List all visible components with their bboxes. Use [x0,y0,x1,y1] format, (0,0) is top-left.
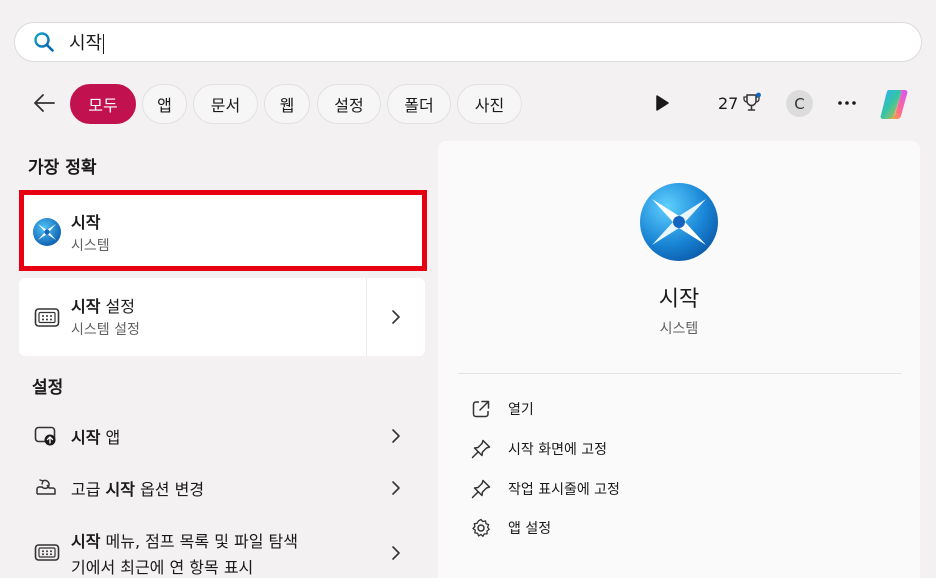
preview-pane: 시작 시스템 열기 시작 화면에 고정 작업 표시줄에 고정 앱 설정 [438,141,920,578]
open-external-icon [472,400,490,418]
action-pin-taskbar[interactable]: 작업 표시줄에 고정 [470,477,620,501]
pin-icon [471,479,491,499]
result-title: 시작 [71,213,101,232]
recovery-icon [36,479,56,495]
settings-heading: 설정 [32,378,64,398]
avatar[interactable]: C [786,90,813,117]
action-pin-start[interactable]: 시작 화면에 고정 [470,437,607,461]
points-value: 27 [718,93,739,113]
gear-icon [472,518,490,537]
setting-item-recent-items[interactable]: 시작 메뉴, 점프 목록 및 파일 탐색 기에서 최근에 연 항목 표시 [19,520,425,578]
setting-item-label: 고급 시작 옵션 변경 [71,480,205,499]
result-subtitle: 시스템 설정 [71,322,140,338]
back-button[interactable] [30,90,58,116]
action-app-settings[interactable]: 앱 설정 [470,516,551,540]
chevron-right-icon [392,429,400,443]
action-label: 열기 [508,402,534,418]
setting-item-start-apps[interactable]: 시작 앱 [19,412,425,460]
trophy-icon [743,92,762,111]
filter-chip-web[interactable]: 웹 [264,84,310,124]
divider [458,373,901,374]
filter-chip-documents[interactable]: 문서 [193,84,258,124]
best-match-item[interactable]: 시작 시스템 [19,190,427,271]
result-title: 시작 설정 [71,297,135,316]
rewards-points[interactable]: 27 [718,92,762,114]
filter-chip-all[interactable]: 모두 [70,84,136,124]
action-label: 시작 화면에 고정 [508,442,608,458]
result-subtitle: 시스템 [71,238,110,254]
action-label: 앱 설정 [508,521,552,537]
copilot-icon[interactable] [877,86,915,122]
filter-row: 모두 앱 문서 웹 설정 폴더 사진 27 C [0,82,936,124]
setting-item-label-line2: 기에서 최근에 연 항목 표시 [71,558,254,577]
action-label: 작업 표시줄에 고정 [508,482,620,498]
result-start-settings[interactable]: 시작 설정 시스템 설정 [19,278,425,356]
play-icon[interactable] [652,92,672,114]
filter-chip-apps[interactable]: 앱 [142,84,187,124]
best-match-heading: 가장 정확 [28,158,97,178]
search-input[interactable]: 시작 [69,29,105,55]
preview-title: 시작 [658,287,700,312]
divider [366,278,367,356]
pin-icon [471,439,491,459]
chevron-right-icon [392,546,400,560]
more-icon [838,101,856,105]
setting-item-label: 시작 앱 [71,428,121,447]
search-bar[interactable]: 시작 [14,22,922,62]
chevron-right-icon[interactable] [390,309,402,325]
filter-chip-settings[interactable]: 설정 [317,84,381,124]
chevron-right-icon [392,481,400,495]
settings-panel-icon [34,544,60,561]
start-app-icon [33,218,61,246]
preview-subtitle: 시스템 [659,321,699,337]
app-window-icon [34,426,56,446]
back-arrow-icon [34,94,55,112]
filter-chip-photos[interactable]: 사진 [457,84,522,124]
setting-item-label: 시작 메뉴, 점프 목록 및 파일 탐색 [71,532,298,551]
more-options-button[interactable] [836,90,858,116]
search-icon [34,32,54,52]
start-app-large-icon [640,183,718,261]
filter-chip-folders[interactable]: 폴더 [387,84,451,124]
settings-panel-icon [34,308,60,327]
text-caret [103,34,105,54]
setting-item-advanced-startup[interactable]: 고급 시작 옵션 변경 [19,464,425,512]
action-open[interactable]: 열기 [470,397,534,421]
